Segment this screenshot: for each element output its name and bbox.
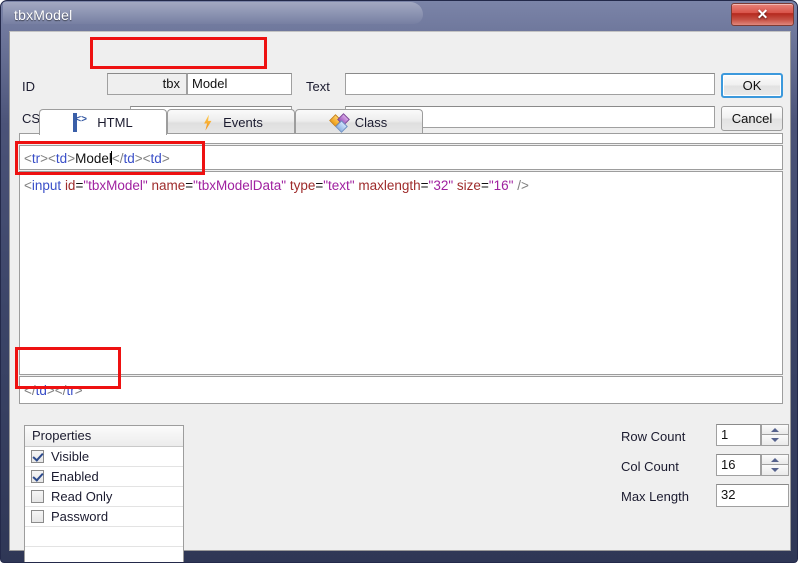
prefix-open-tr-punct: < — [24, 151, 32, 166]
code-open-punct: < — [24, 178, 32, 193]
prefix-open-td2-close: > — [161, 151, 170, 166]
row-count-stepper[interactable] — [761, 424, 789, 446]
prefix-open-td2-punct: < — [142, 151, 151, 166]
property-label-enabled: Enabled — [51, 469, 99, 484]
suffix-close-td-tag: td — [35, 383, 47, 398]
text-input[interactable] — [345, 73, 715, 95]
row-count-input[interactable]: 1 — [716, 424, 761, 446]
suffix-close-tr-tag: tr — [66, 383, 75, 398]
code-tag-name: input — [31, 178, 62, 193]
prefix-open-td-tag: td — [55, 151, 68, 166]
suffix-close-td-punct: </ — [24, 383, 36, 398]
class-diamonds-icon — [328, 112, 350, 133]
attr-size-name: size — [456, 178, 481, 193]
lightning-bolt-icon — [199, 115, 216, 130]
tab-class-label: Class — [354, 114, 388, 130]
attr-type-name: type — [289, 178, 316, 193]
prefix-open-tr-tag: tr — [31, 151, 41, 166]
tab-class[interactable]: Class — [295, 109, 423, 134]
prefix-open-td-punct: < — [48, 151, 56, 166]
prefix-text: Model — [75, 151, 112, 166]
html-prefix-line[interactable]: <tr><td>Model</td><td> — [19, 145, 783, 170]
property-row-enabled[interactable]: Enabled — [25, 467, 183, 487]
property-row-empty-2 — [25, 547, 183, 562]
col-count-stepper[interactable] — [761, 454, 789, 476]
property-label-read-only: Read Only — [51, 489, 113, 504]
col-count-label: Col Count — [621, 459, 679, 474]
suffix-close-td-close: > — [46, 383, 55, 398]
col-count-input[interactable]: 16 — [716, 454, 761, 476]
property-row-read-only[interactable]: Read Only — [25, 487, 183, 507]
window-title: tbxModel — [14, 7, 73, 23]
title-bar: tbxModel ✕ — [1, 1, 797, 31]
row-count-decrement-icon[interactable] — [761, 435, 789, 446]
prefix-close-td-punct: </ — [111, 151, 124, 166]
ok-button[interactable]: OK — [721, 73, 783, 98]
checkbox-password[interactable] — [31, 510, 44, 523]
prefix-open-tr-close: > — [40, 151, 49, 166]
attr-size-value: "16" — [488, 178, 514, 193]
property-row-empty-1 — [25, 527, 183, 547]
row-count-increment-icon[interactable] — [761, 424, 789, 435]
suffix-close-tr-close: > — [74, 383, 83, 398]
code-selfclose-punct: /> — [517, 178, 529, 193]
tab-events-label: Events — [223, 114, 263, 130]
prefix-open-td2-tag: td — [150, 151, 162, 166]
checkbox-visible[interactable] — [31, 450, 44, 463]
attr-id-value: "tbxModel" — [83, 178, 148, 193]
id-value-input[interactable]: Model — [187, 73, 292, 95]
tab-events[interactable]: Events — [167, 109, 295, 134]
col-count-decrement-icon[interactable] — [761, 465, 789, 476]
col-count-increment-icon[interactable] — [761, 454, 789, 465]
properties-header: Properties — [25, 426, 183, 447]
dialog-window: tbxModel ✕ ID tbx Model Text CSS Class C… — [0, 0, 798, 563]
tab-html-label: HTML — [97, 115, 133, 130]
prefix-open-td-close: > — [67, 151, 76, 166]
id-label: ID — [22, 79, 35, 94]
tab-strip: HTML Events Class — [19, 109, 783, 135]
html-suffix-line[interactable]: </td></tr> — [19, 376, 783, 404]
html-code-icon — [73, 113, 90, 132]
row-count-label: Row Count — [621, 429, 686, 444]
close-icon[interactable]: ✕ — [731, 3, 794, 26]
prefix-close-td-tag: td — [123, 151, 135, 166]
dialog-body: ID tbx Model Text CSS Class CSS OK Cance… — [9, 31, 791, 562]
property-row-password[interactable]: Password — [25, 507, 183, 527]
html-code-editor[interactable]: <input id="tbxModel" name="tbxModelData"… — [19, 171, 783, 375]
max-length-label: Max Length — [621, 489, 689, 504]
text-label: Text — [306, 79, 330, 94]
property-row-visible[interactable]: Visible — [25, 447, 183, 467]
prefix-close-td-close: > — [134, 151, 143, 166]
attr-id-name: id — [64, 178, 76, 193]
attr-type-value: "text" — [323, 178, 355, 193]
checkbox-enabled[interactable] — [31, 470, 44, 483]
attr-maxlength-value: "32" — [428, 178, 454, 193]
properties-panel: Properties Visible Enabled Read Only Pas… — [24, 425, 184, 562]
suffix-close-tr-punct: </ — [54, 383, 67, 398]
max-length-input[interactable]: 32 — [716, 484, 789, 507]
attr-name-name: name — [151, 178, 186, 193]
property-label-visible: Visible — [51, 449, 90, 464]
attr-name-value: "tbxModelData" — [193, 178, 287, 193]
attr-maxlength-name: maxlength — [358, 178, 421, 193]
tab-html[interactable]: HTML — [39, 109, 167, 135]
id-prefix-field: tbx — [107, 73, 187, 95]
checkbox-read-only[interactable] — [31, 490, 44, 503]
property-label-password: Password — [51, 509, 109, 524]
